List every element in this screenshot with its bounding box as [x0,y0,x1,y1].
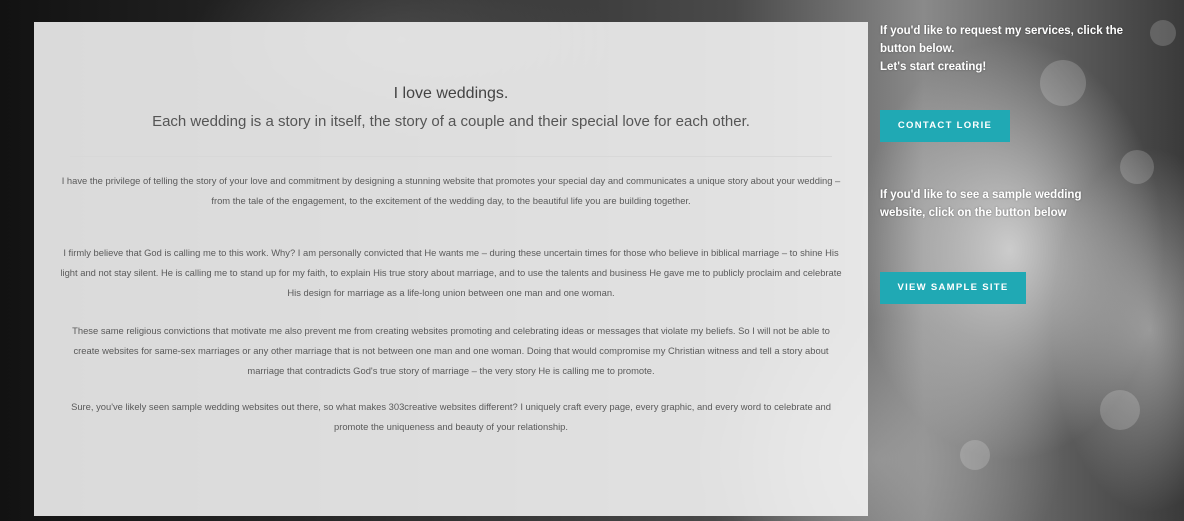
bokeh-light [1120,150,1154,184]
contact-lorie-button[interactable]: CONTACT LORIE [880,110,1010,142]
paragraph-calling: I firmly believe that God is calling me … [60,247,842,298]
bokeh-light [960,440,990,470]
background-photo: I love weddings. Each wedding is a story… [0,0,1184,521]
start-creating-text: Let's start creating! [880,61,987,73]
page-headline: I love weddings. [393,85,509,102]
paragraph-privilege: I have the privilege of telling the stor… [61,175,841,206]
sample-site-text: If you'd like to see a sample wedding we… [880,189,1082,219]
request-services-text: If you'd like to request my services, cl… [880,25,1124,55]
paragraph-convictions: These same religious convictions that mo… [72,325,830,376]
view-sample-site-button[interactable]: VIEW SAMPLE SITE [880,272,1026,304]
bokeh-light [1100,390,1140,430]
sidebar: If you'd like to request my services, cl… [880,22,1160,304]
content-card: I love weddings. Each wedding is a story… [34,22,868,516]
page-subheadline: Each wedding is a story in itself, the s… [152,113,750,130]
divider [70,156,832,157]
paragraph-difference: Sure, you've likely seen sample wedding … [71,401,831,432]
